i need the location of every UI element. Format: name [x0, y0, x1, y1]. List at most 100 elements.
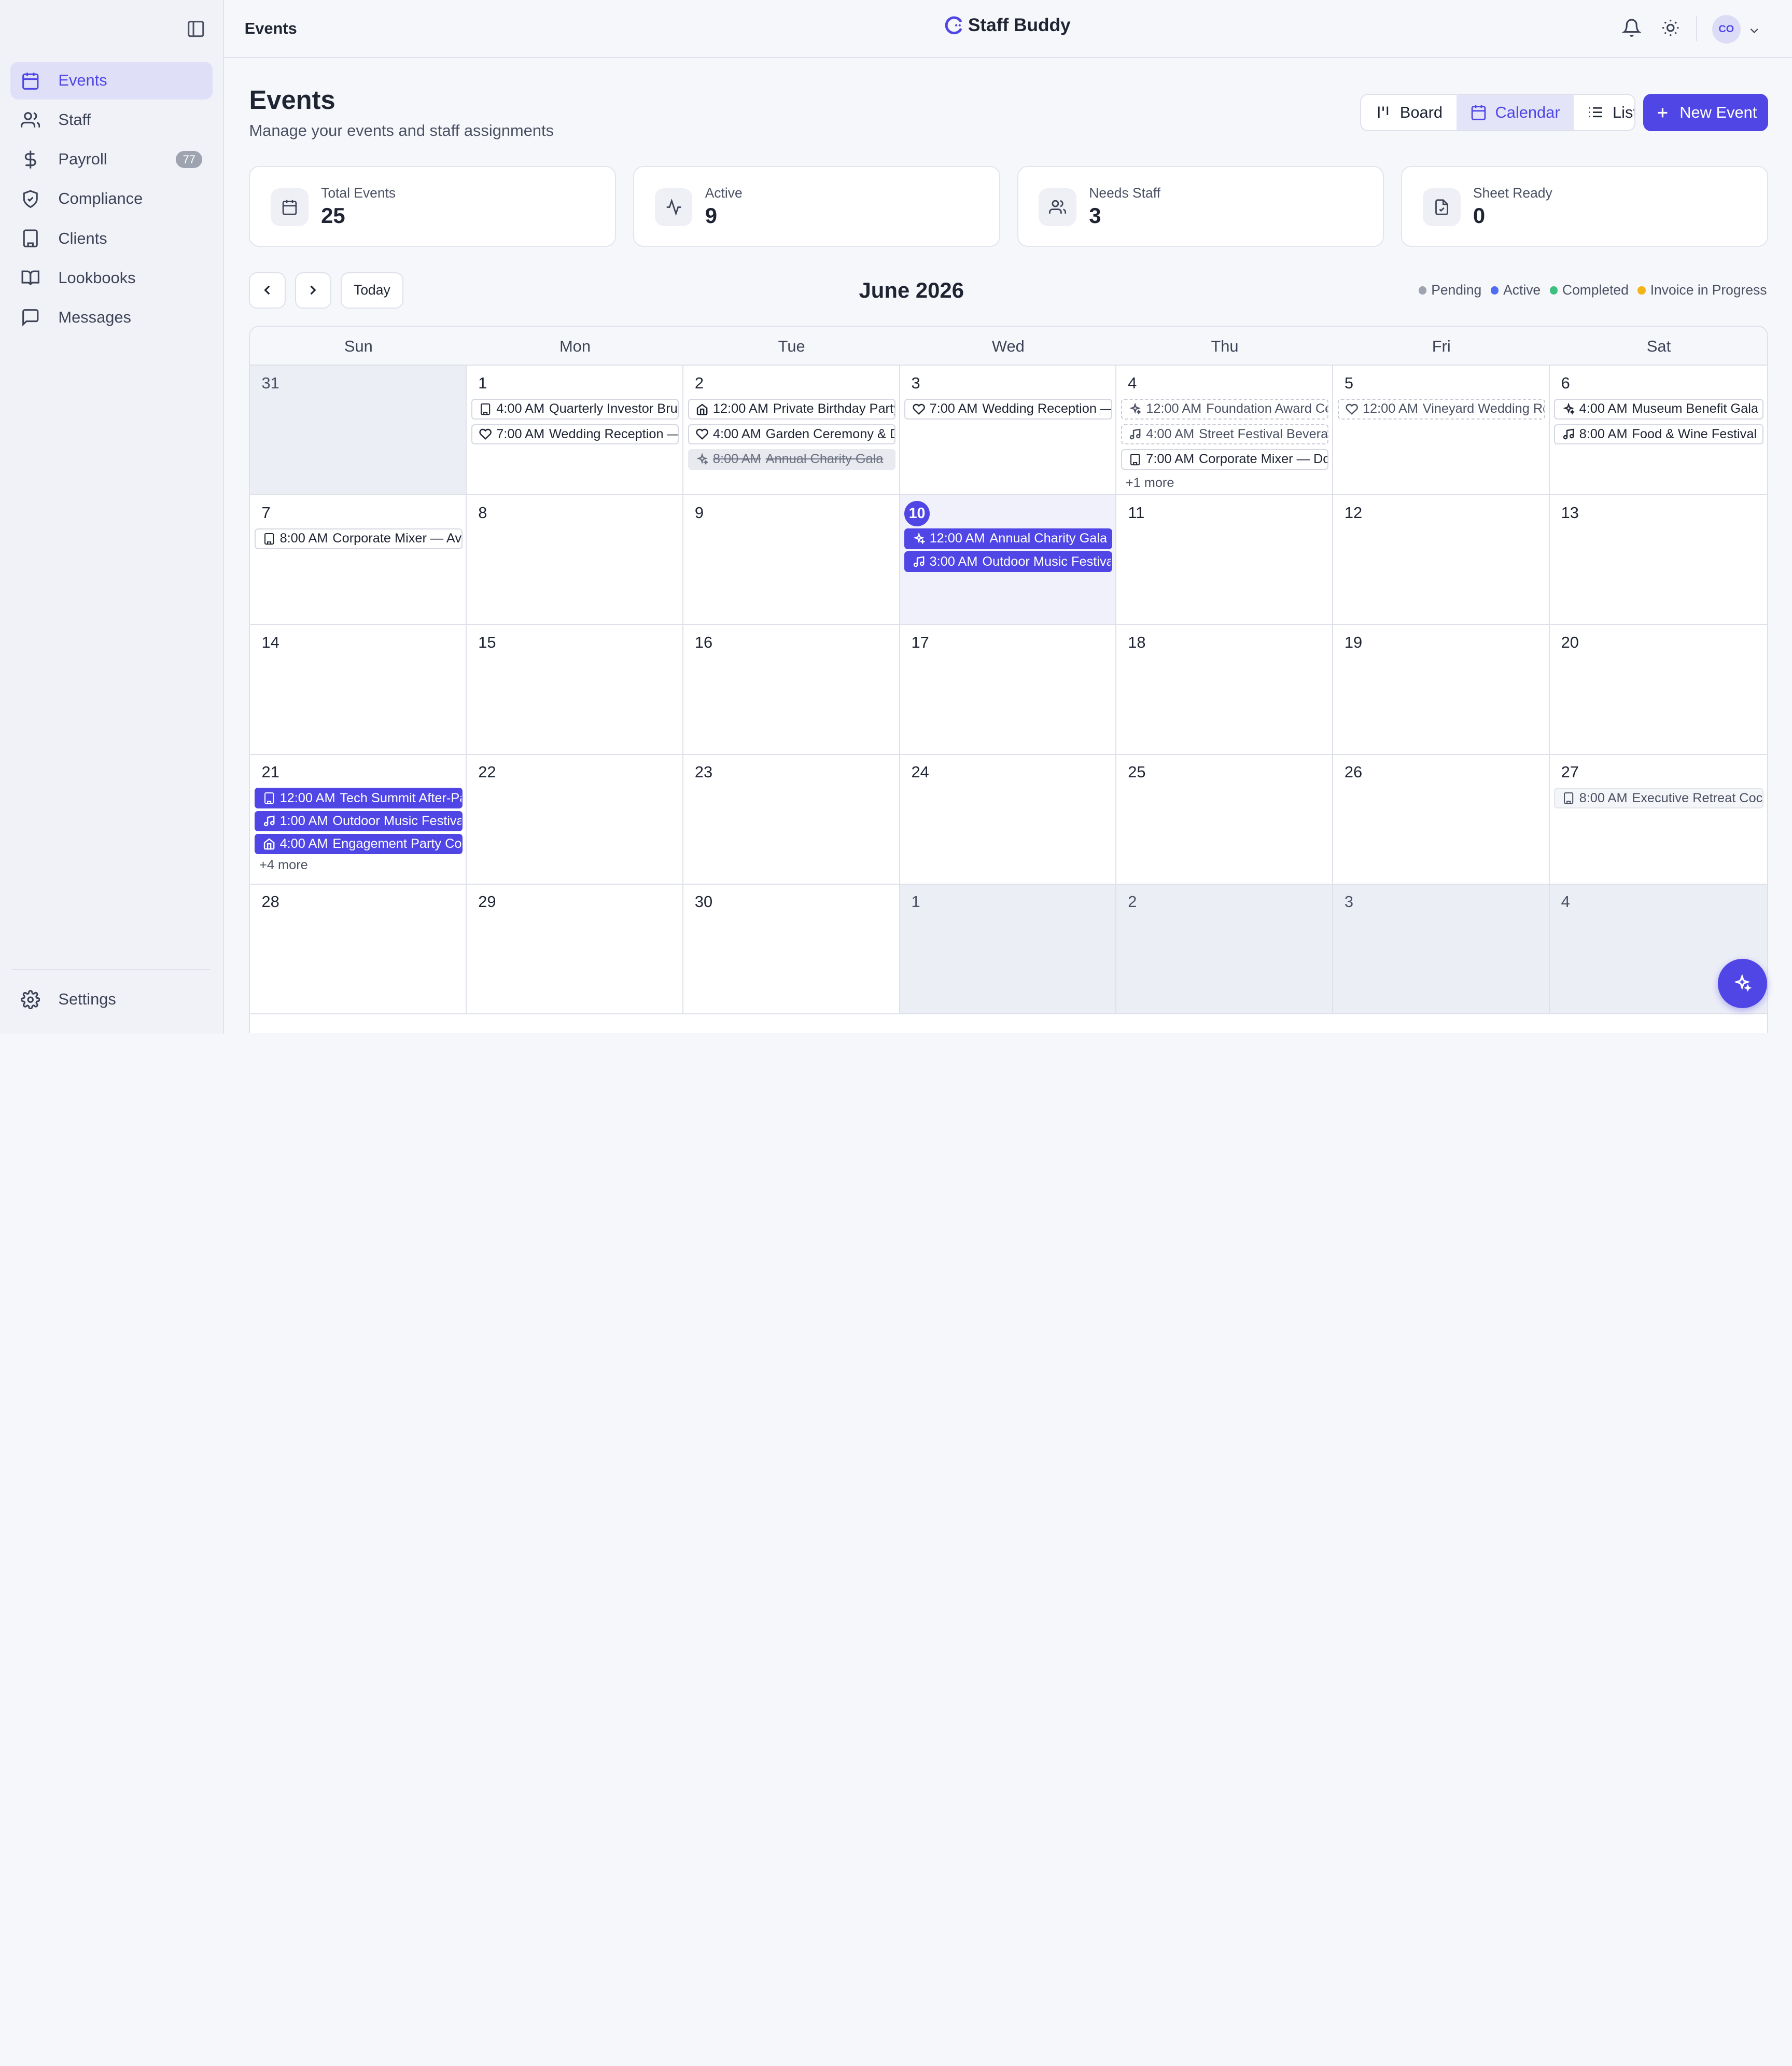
calendar-day-cell[interactable]: 10 12:00 AM Annual Charity Gala 3:00 AM Outd…	[900, 495, 1117, 625]
sidebar-item-events[interactable]: Events	[10, 62, 213, 100]
sidebar-item-compliance[interactable]: Compliance	[10, 180, 213, 218]
sparkle-icon	[1562, 402, 1575, 415]
sidebar-toggle-icon[interactable]	[186, 19, 205, 38]
more-events-link[interactable]: +1 more	[1126, 476, 1174, 491]
legend-label: Invoice in Progress	[1650, 282, 1767, 298]
event-chip[interactable]: 7:00 AM Corporate Mixer — Downtown	[1121, 449, 1329, 470]
music-icon	[913, 555, 925, 568]
calendar-day-cell[interactable]: 2	[1116, 884, 1333, 1014]
event-time: 12:00 AM	[1362, 401, 1418, 416]
calendar-day-cell[interactable]: 3	[1333, 884, 1550, 1014]
event-chip[interactable]: 1:00 AM Outdoor Music Festival	[255, 811, 463, 832]
heart-icon	[479, 428, 492, 440]
sidebar-item-settings[interactable]: Settings	[10, 981, 213, 1018]
new-event-button[interactable]: New Event	[1643, 93, 1768, 132]
event-chip[interactable]: 7:00 AM Wedding Reception — Garden	[471, 424, 679, 445]
event-chip[interactable]: 4:00 AM Garden Ceremony & Dinner	[688, 424, 895, 445]
event-chip[interactable]: 12:00 AM Vineyard Wedding Reception	[1337, 399, 1545, 420]
event-title: Corporate Mixer — Downtown	[1199, 452, 1329, 467]
calendar-day-cell[interactable]: 1 4:00 AM Quarterly Investor Brunch 7:00 AM…	[467, 366, 683, 496]
event-title: Wedding Reception — Estate	[982, 401, 1111, 416]
calendar-day-cell[interactable]: 29	[467, 884, 683, 1014]
list-view-button[interactable]: List	[1574, 95, 1634, 130]
today-button[interactable]: Today	[340, 272, 404, 309]
day-number: 23	[694, 763, 713, 781]
calendar-day-cell[interactable]: 22	[467, 755, 683, 885]
event-chip[interactable]: 3:00 AM Outdoor Music Festival	[904, 551, 1112, 572]
event-title: Private Birthday Party	[773, 401, 895, 416]
legend-label: Completed	[1562, 282, 1629, 298]
calendar-view-button[interactable]: Calendar	[1456, 94, 1574, 131]
calendar-day-cell[interactable]: 2 12:00 AM Private Birthday Party 4:00 AM Ga…	[683, 366, 900, 496]
calendar-day-cell[interactable]: 26	[1333, 755, 1550, 885]
calendar-day-cell[interactable]: 20	[1549, 625, 1767, 755]
calendar-day-cell[interactable]: 14	[250, 625, 467, 755]
calendar-day-cell[interactable]: 8	[467, 495, 683, 625]
calendar-day-cell[interactable]: 19	[1333, 625, 1550, 755]
calendar-day-cell[interactable]: 25	[1116, 755, 1333, 885]
event-chip[interactable]: 12:00 AM Tech Summit After-Party	[255, 788, 463, 809]
calendar-day-cell[interactable]: 16	[683, 625, 900, 755]
calendar-day-cell[interactable]: 11	[1116, 495, 1333, 625]
day-number: 12	[1344, 503, 1363, 522]
event-chip[interactable]: 8:00 AM Food & Wine Festival	[1554, 424, 1763, 445]
next-month-button[interactable]	[295, 272, 332, 309]
legend-item: Invoice in Progress	[1637, 282, 1767, 298]
stat-card: Needs Staff 3	[1017, 165, 1384, 247]
event-time: 12:00 AM	[712, 401, 768, 416]
calendar-day-cell[interactable]: 6 4:00 AM Museum Benefit Gala 8:00 AM Food &…	[1549, 366, 1767, 496]
sidebar-item-label: Events	[58, 71, 107, 90]
event-chip[interactable]: 8:00 AM Executive Retreat Cocktails	[1554, 788, 1763, 809]
calendar-day-cell[interactable]: 4 12:00 AM Foundation Award Ceremony 4:00 A…	[1116, 366, 1333, 496]
calendar-day-cell[interactable]: 7 8:00 AM Corporate Mixer — Avenue	[250, 495, 467, 625]
day-number: 4	[1128, 373, 1137, 392]
calendar-day-cell[interactable]: 5 12:00 AM Vineyard Wedding Reception	[1333, 366, 1550, 496]
chevron-down-icon[interactable]	[1747, 22, 1761, 35]
calendar-day-cell[interactable]: 9	[683, 495, 900, 625]
calendar-day-cell[interactable]: 30	[683, 884, 900, 1014]
calendar-day-cell[interactable]: 18	[1116, 625, 1333, 755]
avatar[interactable]: CO	[1712, 15, 1741, 44]
event-time: 3:00 AM	[929, 554, 978, 569]
event-chip[interactable]: 12:00 AM Private Birthday Party	[688, 399, 895, 420]
sparkle-icon	[1732, 973, 1752, 993]
prev-month-button[interactable]	[249, 272, 286, 309]
sidebar-item-messages[interactable]: Messages	[10, 298, 213, 336]
calendar-day-cell[interactable]: 13	[1549, 495, 1767, 625]
board-view-button[interactable]: Board	[1361, 95, 1457, 130]
calendar-day-cell[interactable]: 24	[900, 755, 1117, 885]
ai-assistant-button[interactable]	[1717, 959, 1767, 1008]
sun-icon[interactable]	[1661, 18, 1680, 37]
more-events-link[interactable]: +4 more	[259, 858, 308, 873]
building-icon	[479, 403, 492, 415]
event-time: 7:00 AM	[929, 401, 978, 416]
calendar-day-cell[interactable]: 12	[1333, 495, 1550, 625]
calendar-day-cell[interactable]: 31	[250, 366, 467, 496]
calendar-day-cell[interactable]: 278:00 AM Executive Retreat Cocktails	[1549, 755, 1767, 885]
calendar-day-cell[interactable]: 2112:00 AM Tech Summit After-Party 1:00 AM…	[250, 755, 467, 885]
bell-icon[interactable]	[1621, 18, 1642, 37]
calendar-day-cell[interactable]: 3 7:00 AM Wedding Reception — Estate	[900, 366, 1117, 496]
legend-dot	[1549, 286, 1558, 295]
calendar-day-cell[interactable]: 28	[250, 884, 467, 1014]
calendar-day-cell[interactable]: 1	[900, 884, 1117, 1014]
event-title: Engagement Party Cocktails	[332, 836, 462, 851]
event-chip[interactable]: 4:00 AM Museum Benefit Gala	[1554, 399, 1763, 420]
sidebar-item-payroll[interactable]: Payroll 77	[10, 141, 213, 178]
calendar-day-cell[interactable]: 17	[900, 625, 1117, 755]
sidebar-item-lookbooks[interactable]: Lookbooks	[10, 259, 213, 297]
event-chip[interactable]: 12:00 AM Annual Charity Gala	[904, 528, 1112, 549]
event-chip[interactable]: 4:00 AM Street Festival Beverage	[1121, 424, 1329, 445]
event-chip[interactable]: 8:00 AM Annual Charity Gala	[688, 449, 895, 470]
calendar-day-cell[interactable]: 15	[467, 625, 683, 755]
event-chip[interactable]: 8:00 AM Corporate Mixer — Avenue	[255, 528, 463, 549]
sidebar-item-clients[interactable]: Clients	[10, 219, 213, 257]
event-chip[interactable]: 4:00 AM Engagement Party Cocktails	[255, 833, 463, 855]
calendar-day-cell[interactable]: 23	[683, 755, 900, 885]
event-chip[interactable]: 12:00 AM Foundation Award Ceremony	[1121, 399, 1329, 420]
file-check-icon	[1422, 188, 1461, 227]
event-chip[interactable]: 4:00 AM Quarterly Investor Brunch	[471, 399, 679, 420]
heart-icon	[912, 403, 925, 415]
sidebar-item-staff[interactable]: Staff	[10, 101, 213, 139]
event-chip[interactable]: 7:00 AM Wedding Reception — Estate	[904, 399, 1112, 420]
